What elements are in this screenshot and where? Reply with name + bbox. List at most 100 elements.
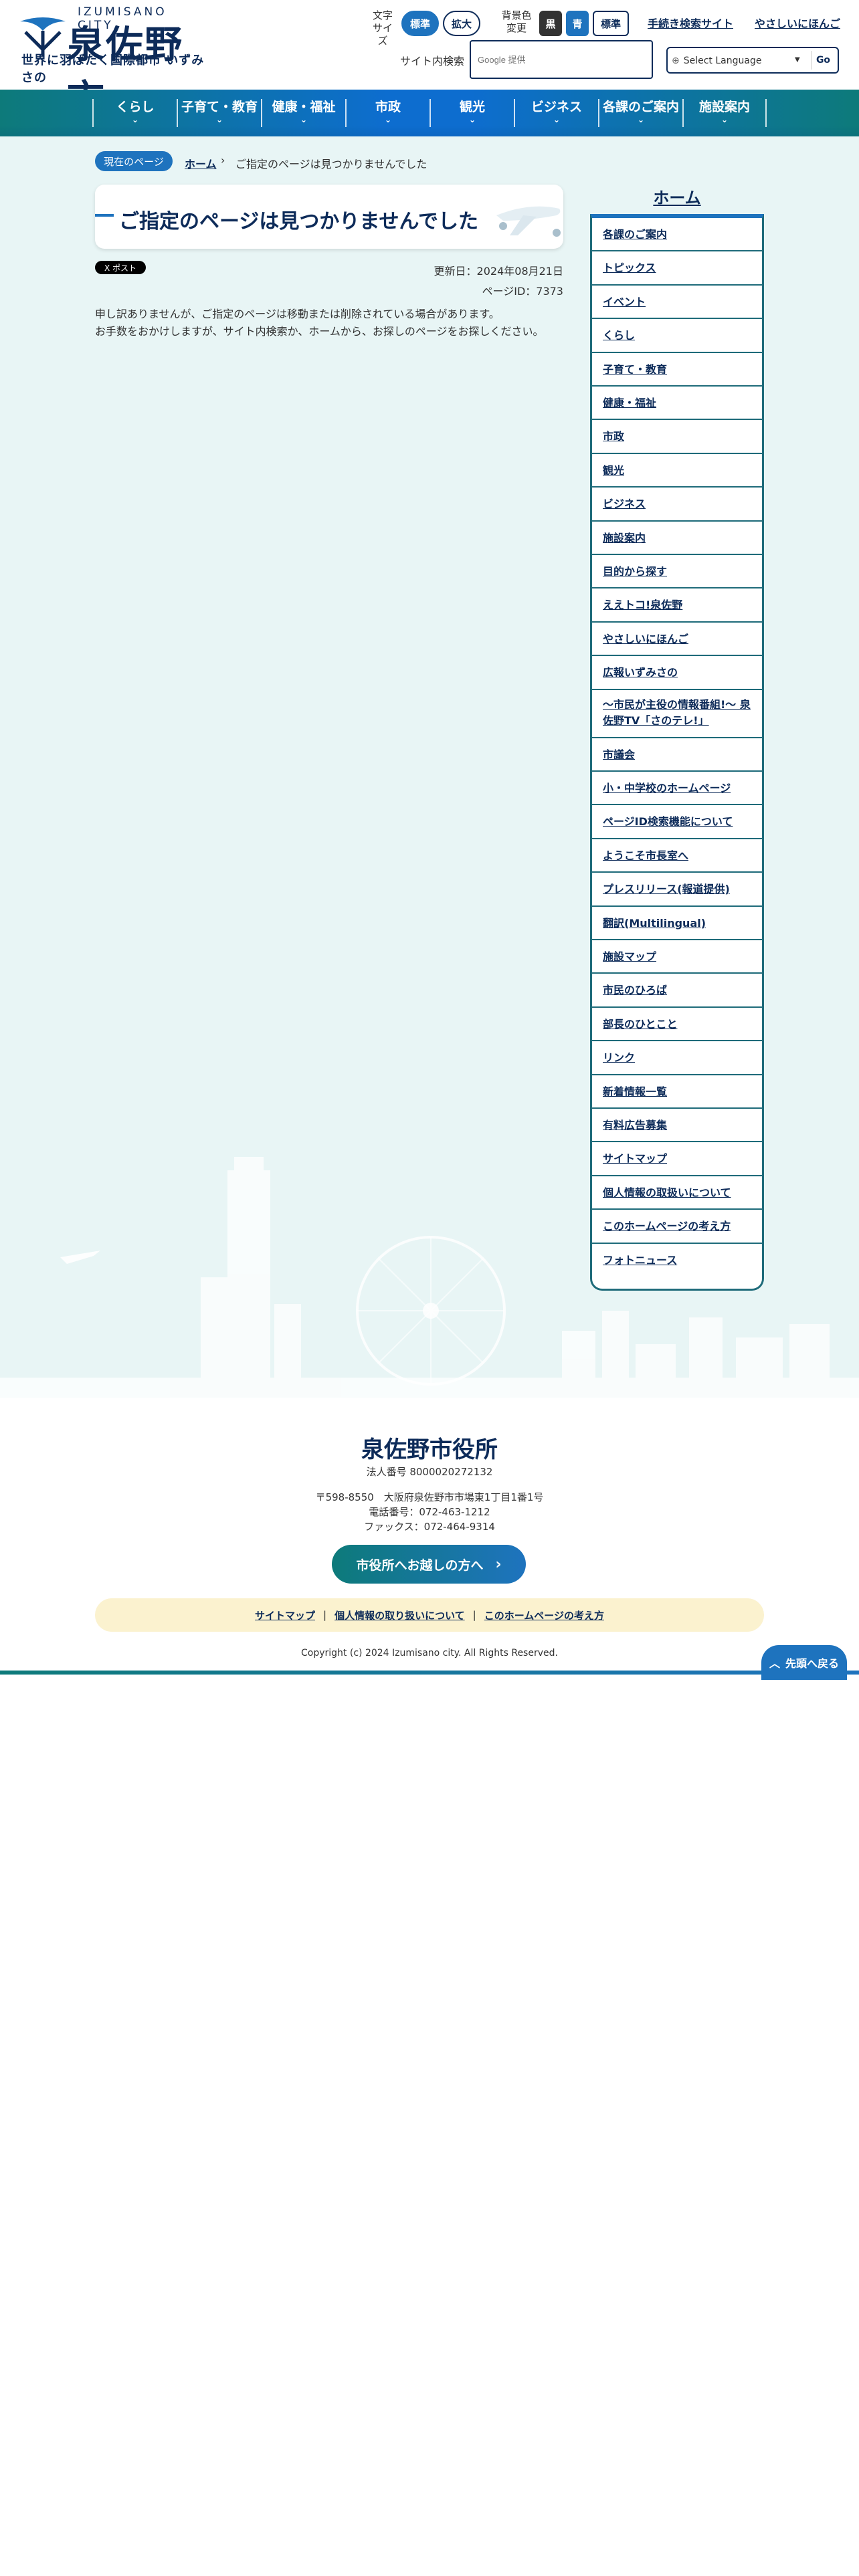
nav-item-living[interactable]: くらし ⌄ xyxy=(92,99,177,127)
sidebar-item[interactable]: 有料広告募集 xyxy=(592,1109,762,1143)
footer-link-privacy[interactable]: 個人情報の取り扱いについて xyxy=(335,1608,465,1622)
chevron-down-icon: ⌄ xyxy=(300,115,308,124)
easy-japanese-link[interactable]: やさしいにほんご xyxy=(755,15,840,31)
footer-link-policy[interactable]: このホームページの考え方 xyxy=(484,1608,604,1622)
copyright: Copyright (c) 2024 Izumisano city. All R… xyxy=(301,1648,558,1658)
sidebar-item[interactable]: トピックス xyxy=(592,251,762,286)
sidebar-item-label: リンク xyxy=(603,1051,636,1065)
sidebar-item[interactable]: このホームページの考え方 xyxy=(592,1210,762,1244)
back-to-top-button[interactable]: ︿ 先頭へ戻る xyxy=(761,1645,847,1680)
breadcrumb-current: ご指定のページは見つかりませんでした xyxy=(235,158,427,171)
sidebar-item[interactable]: 施設案内 xyxy=(592,522,762,555)
chevron-down-icon: ⌄ xyxy=(384,115,392,124)
sidebar-item-label: 子育て・教育 xyxy=(603,362,668,376)
sidebar-item-label: 施設マップ xyxy=(603,950,657,963)
sidebar-item[interactable]: ～市民が主役の情報番組!～ 泉佐野TV「さのテレ!」 xyxy=(592,690,762,738)
bg-black-button[interactable]: 黒 xyxy=(539,11,562,36)
nav-item-childcare[interactable]: 子育て・教育 ⌄ xyxy=(177,99,261,127)
sidebar-item[interactable]: くらし xyxy=(592,319,762,353)
sidebar-item-label: プレスリリース(報道提供) xyxy=(603,883,730,896)
sidebar-item[interactable]: プレスリリース(報道提供) xyxy=(592,873,762,907)
sidebar-item[interactable]: 市政 xyxy=(592,420,762,454)
sidebar-item-label: ビジネス xyxy=(603,498,646,511)
nav-item-health[interactable]: 健康・福祉 ⌄ xyxy=(261,99,345,127)
sidebar-item-label: 健康・福祉 xyxy=(603,397,657,409)
sidebar-item-label: 広報いずみさの xyxy=(603,666,678,679)
breadcrumb-home-link[interactable]: ホーム xyxy=(185,155,217,171)
procedure-search-link[interactable]: 手続き検索サイト xyxy=(648,15,733,31)
nav-item-departments[interactable]: 各課のご案内 ⌄ xyxy=(598,99,682,127)
language-go-button[interactable]: Go xyxy=(811,51,835,70)
sidebar-item-label: サイトマップ xyxy=(603,1152,668,1166)
caret-down-icon: ▼ xyxy=(795,56,800,64)
bg-standard-button[interactable]: 標準 xyxy=(593,11,629,36)
sidebar-item[interactable]: 施設マップ xyxy=(592,940,762,974)
sidebar-item-label: 市政 xyxy=(603,430,625,443)
logo-tagline: 世界に羽ばたく国際都市 いずみさの xyxy=(21,53,205,85)
sidebar-item[interactable]: やさしいにほんご xyxy=(592,623,762,657)
nav-item-business[interactable]: ビジネス ⌄ xyxy=(514,99,598,127)
footer-corp-number: 法人番号 8000020272132 xyxy=(366,1466,493,1478)
font-size-large-button[interactable]: 拡大 xyxy=(443,11,480,36)
sidebar-item[interactable]: ようこそ市長室へ xyxy=(592,839,762,873)
nav-item-city-admin[interactable]: 市政 ⌄ xyxy=(345,99,430,127)
bg-color-label: 背景色 変更 xyxy=(498,9,535,35)
updated-date: 更新日：2024年08月21日 xyxy=(434,265,563,278)
sidebar-item[interactable]: 市民のひろば xyxy=(592,974,762,1008)
sidebar-item-label: 小・中学校のホームページ xyxy=(603,782,731,794)
nav-item-facilities[interactable]: 施設案内 ⌄ xyxy=(682,99,767,127)
sidebar-item-label: 目的から探す xyxy=(603,565,668,578)
site-search-input[interactable] xyxy=(478,51,645,68)
font-size-standard-button[interactable]: 標準 xyxy=(401,11,439,36)
language-selector: ⊕ Select Language ▼ Go xyxy=(666,47,839,74)
sidebar-item-label: 翻訳(Multilingual) xyxy=(603,916,706,930)
sidebar-item[interactable]: ビジネス xyxy=(592,488,762,522)
chevron-up-icon: ︿ xyxy=(769,1657,780,1670)
site-logo[interactable]: IZUMISANO CITY 泉佐野市 世界に羽ばたく国際都市 いずみさの xyxy=(17,5,205,121)
chevron-down-icon: ⌄ xyxy=(553,115,561,124)
sidebar-item[interactable]: 健康・福祉 xyxy=(592,387,762,421)
chevron-down-icon: ⌄ xyxy=(131,115,139,124)
sidebar-item[interactable]: サイトマップ xyxy=(592,1142,762,1176)
back-to-top-label: 先頭へ戻る xyxy=(785,1657,840,1670)
sidebar-item[interactable]: 新着情報一覧 xyxy=(592,1075,762,1109)
sidebar-item[interactable]: ページID検索機能について xyxy=(592,805,762,839)
site-search-label: サイト内検索 xyxy=(400,55,465,68)
sidebar-title-home[interactable]: ホーム xyxy=(590,185,764,208)
sidebar-item-label: 有料広告募集 xyxy=(603,1119,668,1132)
sidebar-item-label: ～市民が主役の情報番組!～ 泉佐野TV「さのテレ!」 xyxy=(603,697,751,727)
bg-blue-button[interactable]: 青 xyxy=(566,11,589,36)
chevron-down-icon: ⌄ xyxy=(215,115,223,124)
sidebar-item[interactable]: 市議会 xyxy=(592,738,762,772)
nav-shadow xyxy=(0,126,859,136)
chevron-right-icon: › xyxy=(221,154,225,167)
sidebar-item[interactable]: 広報いずみさの xyxy=(592,656,762,690)
sidebar-item[interactable]: フォトニュース xyxy=(592,1244,762,1277)
sidebar-item[interactable]: 翻訳(Multilingual) xyxy=(592,907,762,940)
nav-item-tourism[interactable]: 観光 ⌄ xyxy=(430,99,514,127)
sidebar-item-label: 各課のご案内 xyxy=(603,228,668,241)
page-title: ご指定のページは見つかりませんでした xyxy=(119,210,478,233)
chevron-right-icon: › xyxy=(495,1555,502,1573)
footer-link-sitemap[interactable]: サイトマップ xyxy=(255,1608,315,1622)
sidebar-item[interactable]: 小・中学校のホームページ xyxy=(592,772,762,806)
nav-label: 各課のご案内 xyxy=(602,100,679,114)
sidebar-item[interactable]: ええトコ!泉佐野 xyxy=(592,588,762,623)
language-dropdown[interactable]: ⊕ Select Language xyxy=(672,53,805,69)
x-post-button[interactable]: X ポスト xyxy=(95,261,146,274)
site-header: IZUMISANO CITY 泉佐野市 世界に羽ばたく国際都市 いずみさの 文字… xyxy=(0,0,859,121)
sidebar-item[interactable]: 各課のご案内 xyxy=(592,218,762,252)
sidebar-item[interactable]: 個人情報の取扱いについて xyxy=(592,1176,762,1210)
footer-link-separator: | xyxy=(472,1609,476,1621)
sidebar-item[interactable]: リンク xyxy=(592,1041,762,1075)
nav-label: 健康・福祉 xyxy=(272,100,336,114)
sidebar-item[interactable]: イベント xyxy=(592,286,762,320)
chevron-down-icon: ⌄ xyxy=(468,115,476,124)
sidebar-item[interactable]: 子育て・教育 xyxy=(592,353,762,387)
sidebar-item[interactable]: 目的から探す xyxy=(592,555,762,589)
visit-guide-button[interactable]: 市役所へお越しの方へ › xyxy=(332,1545,526,1584)
sidebar-item[interactable]: 観光 xyxy=(592,454,762,488)
sidebar-item[interactable]: 部長のひとこと xyxy=(592,1008,762,1042)
chevron-down-icon: ⌄ xyxy=(721,115,729,124)
footer-links: サイトマップ | 個人情報の取り扱いについて | このホームページの考え方 xyxy=(95,1598,764,1632)
